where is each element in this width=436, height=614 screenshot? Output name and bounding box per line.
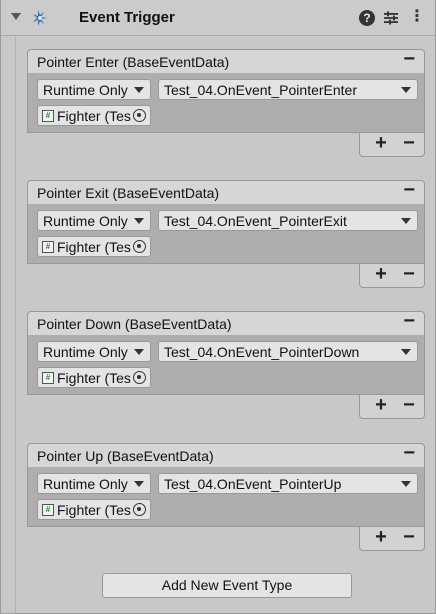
event-trigger-inspector: Event Trigger ? ⋮ Pointer Enter (BaseEve…: [0, 0, 436, 614]
event-trigger-icon: [33, 10, 47, 26]
listener-footer: + −: [359, 526, 425, 551]
runtime-mode-dropdown[interactable]: Runtime Only: [37, 79, 151, 100]
listener-list: Runtime Only Test_04.OnEvent_PointerExit…: [27, 204, 425, 264]
add-listener-button[interactable]: +: [369, 263, 393, 285]
remove-event-button[interactable]: −: [403, 442, 415, 465]
function-value: Test_04.OnEvent_PointerExit: [164, 213, 347, 229]
remove-listener-button[interactable]: −: [397, 526, 421, 548]
event-title: Pointer Down (BaseEventData): [37, 316, 232, 332]
remove-event-button[interactable]: −: [403, 179, 415, 202]
object-field[interactable]: # Fighter (Test_04): [37, 367, 151, 388]
dropdown-arrow-icon: [134, 87, 144, 93]
object-picker-icon[interactable]: [133, 240, 146, 253]
function-dropdown[interactable]: Test_04.OnEvent_PointerUp: [158, 473, 418, 494]
event-header: Pointer Enter (BaseEventData) −: [27, 48, 425, 74]
object-picker-icon[interactable]: [133, 109, 146, 122]
listener-list: Runtime Only Test_04.OnEvent_PointerEnte…: [27, 73, 425, 133]
function-dropdown[interactable]: Test_04.OnEvent_PointerEnter: [158, 79, 418, 100]
function-dropdown[interactable]: Test_04.OnEvent_PointerExit: [158, 210, 418, 231]
add-listener-button[interactable]: +: [369, 394, 393, 416]
object-picker-icon[interactable]: [133, 371, 146, 384]
dropdown-arrow-icon: [401, 481, 411, 487]
event-header: Pointer Down (BaseEventData) −: [27, 310, 425, 336]
event-title: Pointer Up (BaseEventData): [37, 448, 214, 464]
listener-footer: + −: [359, 132, 425, 157]
object-field[interactable]: # Fighter (Test_04): [37, 236, 151, 257]
component-body: Pointer Enter (BaseEventData) − Runtime …: [1, 37, 435, 613]
object-field[interactable]: # Fighter (Test_04): [37, 499, 151, 520]
help-icon[interactable]: ?: [359, 10, 375, 26]
dropdown-arrow-icon: [134, 349, 144, 355]
add-listener-button[interactable]: +: [369, 526, 393, 548]
runtime-mode-dropdown[interactable]: Runtime Only: [37, 473, 151, 494]
runtime-mode-value: Runtime Only: [43, 82, 128, 98]
remove-listener-button[interactable]: −: [397, 132, 421, 154]
object-value: Fighter (Test_04): [57, 502, 131, 518]
script-icon: #: [42, 504, 54, 516]
runtime-mode-value: Runtime Only: [43, 344, 128, 360]
event-header: Pointer Exit (BaseEventData) −: [27, 179, 425, 205]
script-icon: #: [42, 372, 54, 384]
object-value: Fighter (Test_04): [57, 108, 131, 124]
component-title: Event Trigger: [79, 9, 175, 26]
script-icon: #: [42, 110, 54, 122]
listener-footer: + −: [359, 394, 425, 419]
remove-event-button[interactable]: −: [403, 48, 415, 71]
listener-list: Runtime Only Test_04.OnEvent_PointerDown…: [27, 335, 425, 395]
remove-listener-button[interactable]: −: [397, 394, 421, 416]
remove-listener-button[interactable]: −: [397, 263, 421, 285]
add-new-event-type-button[interactable]: Add New Event Type: [102, 573, 352, 598]
function-value: Test_04.OnEvent_PointerDown: [164, 344, 360, 360]
context-menu-icon[interactable]: ⋮: [409, 9, 425, 26]
presets-icon[interactable]: [383, 10, 399, 26]
function-dropdown[interactable]: Test_04.OnEvent_PointerDown: [158, 341, 418, 362]
object-field[interactable]: # Fighter (Test_04): [37, 105, 151, 126]
component-header[interactable]: Event Trigger ? ⋮: [1, 0, 435, 36]
add-listener-button[interactable]: +: [369, 132, 393, 154]
dropdown-arrow-icon: [134, 218, 144, 224]
function-value: Test_04.OnEvent_PointerEnter: [164, 82, 358, 98]
script-icon: #: [42, 241, 54, 253]
event-title: Pointer Enter (BaseEventData): [37, 54, 230, 70]
event-title: Pointer Exit (BaseEventData): [37, 185, 220, 201]
foldout-arrow-icon[interactable]: [11, 13, 21, 20]
event-header: Pointer Up (BaseEventData) −: [27, 442, 425, 468]
dropdown-arrow-icon: [401, 218, 411, 224]
runtime-mode-dropdown[interactable]: Runtime Only: [37, 210, 151, 231]
remove-event-button[interactable]: −: [403, 310, 415, 333]
object-value: Fighter (Test_04): [57, 370, 131, 386]
listener-footer: + −: [359, 263, 425, 288]
object-picker-icon[interactable]: [133, 503, 146, 516]
dropdown-arrow-icon: [401, 87, 411, 93]
listener-list: Runtime Only Test_04.OnEvent_PointerUp #…: [27, 467, 425, 527]
dropdown-arrow-icon: [134, 481, 144, 487]
dropdown-arrow-icon: [401, 349, 411, 355]
object-value: Fighter (Test_04): [57, 239, 131, 255]
runtime-mode-dropdown[interactable]: Runtime Only: [37, 341, 151, 362]
runtime-mode-value: Runtime Only: [43, 213, 128, 229]
runtime-mode-value: Runtime Only: [43, 476, 128, 492]
function-value: Test_04.OnEvent_PointerUp: [164, 476, 342, 492]
gutter-divider: [15, 37, 16, 613]
